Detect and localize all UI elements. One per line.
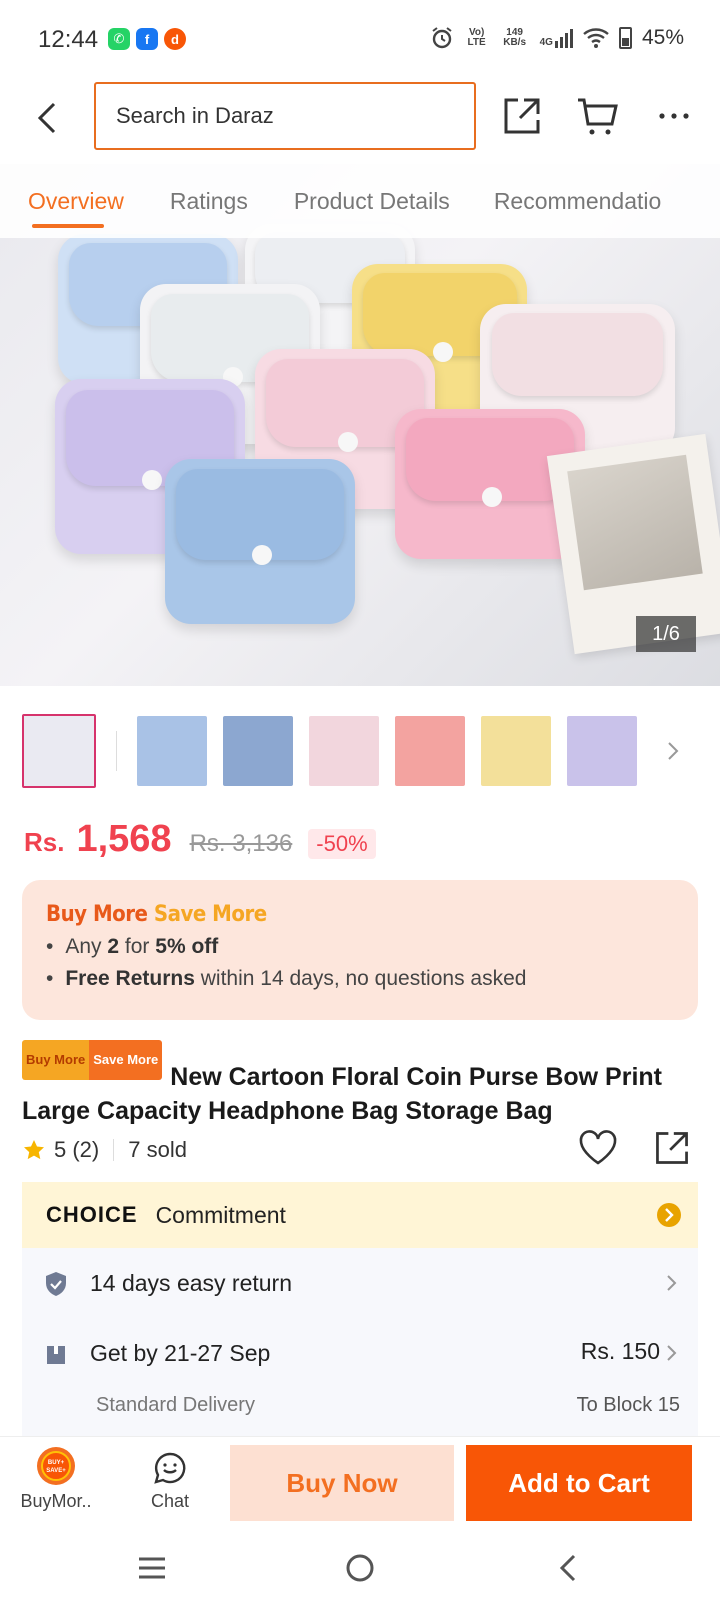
tab-recommendations[interactable]: Recommendatio [494, 188, 661, 215]
share-icon[interactable] [500, 94, 544, 138]
choice-commitment-banner[interactable]: CHOICE Commitment [22, 1182, 698, 1248]
easy-return-text: 14 days easy return [90, 1270, 293, 1296]
product-title-block: Buy More Save MoreNew Cartoon Floral Coin… [22, 1040, 702, 1128]
battery-icon [618, 27, 632, 49]
promo-returns-text: within 14 days, no questions asked [200, 967, 527, 990]
choice-logo: CHOICE [46, 1202, 138, 1227]
badge-save-more: Save More [89, 1040, 163, 1080]
chevron-circle-icon[interactable] [656, 1202, 682, 1228]
delivery-location[interactable]: To Block 15 [577, 1394, 680, 1417]
thumbnail-4[interactable] [309, 716, 379, 786]
network-speed: 149 KB/s [503, 27, 527, 48]
recent-apps-icon[interactable] [136, 1554, 168, 1582]
back-arrow-icon[interactable] [30, 100, 66, 136]
daraz-icon: d [164, 28, 186, 50]
buy-now-button[interactable]: Buy Now [230, 1445, 454, 1521]
system-nav-bar [0, 1528, 720, 1608]
promo-title-save: Save More [153, 902, 267, 927]
search-header: Search in Daraz [0, 80, 720, 164]
choice-commitment-text: Commitment [155, 1201, 286, 1228]
buymore-badge: BUY+ SAVE+ [41, 1451, 71, 1481]
badge-buy-more: Buy More [22, 1040, 90, 1080]
status-indicators: Vo) LTE 149 KB/s 4G 45% [430, 26, 684, 50]
buy-more-save-more-promo[interactable]: Buy More Save More Any 2 for 5% off Free… [22, 880, 698, 1020]
thumbnail-7[interactable] [567, 716, 637, 786]
buymore-icon: BUY+ SAVE+ [37, 1447, 75, 1485]
thumbnail-divider [116, 731, 117, 771]
alarm-icon [432, 27, 452, 49]
chevron-right-icon[interactable] [664, 1342, 680, 1364]
thumbnail-6[interactable] [481, 716, 551, 786]
tab-ratings[interactable]: Ratings [170, 188, 248, 215]
sold-count: 7 sold [128, 1137, 187, 1162]
tab-overview[interactable]: Overview [28, 188, 124, 228]
status-bar: 12:44 ✆ f d Vo) LTE 149 KB/s 4G 45% [0, 0, 720, 80]
bottom-action-bar: BUY+ SAVE+ BuyMor.. Chat Buy Now Add to … [0, 1436, 720, 1528]
delivery-row[interactable]: Get by 21-27 Sep [44, 1340, 270, 1367]
promo-off: 5% off [155, 935, 219, 958]
section-tabs: Overview Ratings Product Details Recomme… [0, 164, 720, 238]
buymore-label: BuyMor.. [20, 1491, 92, 1511]
chat-label: Chat [150, 1491, 190, 1511]
add-to-cart-button[interactable]: Add to Cart [466, 1445, 692, 1521]
cart-icon[interactable] [576, 94, 620, 138]
whatsapp-icon: ✆ [108, 28, 130, 50]
package-icon [47, 1345, 65, 1364]
rating-row: 5 (2) 7 sold [22, 1130, 698, 1170]
rating-score[interactable]: 5 (2) [54, 1137, 99, 1163]
price-currency: Rs. [24, 827, 65, 857]
facebook-icon: f [136, 28, 158, 50]
thumbnail-5[interactable] [395, 716, 465, 786]
share-product-icon[interactable] [652, 1128, 692, 1168]
promo-title: Buy More Save More [46, 902, 674, 927]
tab-product-details[interactable]: Product Details [294, 188, 450, 215]
signal-icon: 4G [539, 28, 573, 48]
delivery-type: Standard Delivery [96, 1394, 255, 1416]
promo-free-returns: Free Returns [65, 967, 195, 990]
promo-qty: 2 [107, 935, 120, 958]
status-time: 12:44 [38, 26, 99, 53]
search-input[interactable]: Search in Daraz [94, 82, 476, 150]
system-back-icon[interactable] [556, 1552, 580, 1584]
thumbnail-strip [22, 714, 712, 788]
current-price: 1,568 [76, 818, 172, 860]
purse-blue-quilted [165, 459, 355, 624]
product-image-gallery[interactable]: Overview Ratings Product Details Recomme… [0, 164, 720, 686]
star-icon [24, 1140, 44, 1160]
buymore-button[interactable]: BUY+ SAVE+ BuyMor.. [16, 1447, 96, 1512]
price-row: Rs. 1,568 Rs. 3,136 -50% [24, 818, 376, 861]
promo-line-returns: Free Returns within 14 days, no question… [46, 967, 674, 991]
volte-indicator: Vo) LTE [467, 27, 486, 48]
chevron-right-icon[interactable] [664, 1272, 680, 1294]
wishlist-heart-icon[interactable] [578, 1130, 618, 1166]
promo-line1-mid: for [124, 935, 150, 958]
promo-line-discount: Any 2 for 5% off [46, 935, 674, 959]
promo-line1-pre: Any [65, 935, 102, 958]
network-type: 4G [539, 36, 553, 48]
status-app-icons: ✆ f d [108, 28, 186, 50]
search-placeholder: Search in Daraz [116, 103, 274, 128]
home-icon[interactable] [344, 1552, 376, 1584]
thumbnail-3[interactable] [223, 716, 293, 786]
battery-level: 45% [641, 26, 684, 49]
more-icon[interactable] [652, 94, 696, 138]
rating-divider [113, 1139, 115, 1161]
service-info: 14 days easy return Get by 21-27 Sep Sta… [22, 1248, 698, 1436]
delivery-date: Get by 21-27 Sep [90, 1340, 271, 1366]
wifi-icon [583, 28, 609, 48]
discount-badge: -50% [308, 829, 376, 859]
delivery-fee: Rs. 150 [580, 1338, 660, 1364]
thumbnail-2[interactable] [137, 716, 207, 786]
buy-more-badge: Buy More Save More [22, 1040, 163, 1080]
chat-icon [154, 1452, 186, 1484]
chevron-right-icon[interactable] [663, 739, 683, 763]
thumbnail-1[interactable] [22, 714, 96, 788]
original-price: Rs. 3,136 [189, 830, 293, 857]
chat-button[interactable]: Chat [140, 1447, 200, 1512]
shield-check-icon [46, 1271, 66, 1296]
promo-title-buy: Buy More [46, 902, 148, 927]
easy-return-row[interactable]: 14 days easy return [44, 1270, 292, 1297]
image-counter: 1/6 [636, 616, 696, 652]
